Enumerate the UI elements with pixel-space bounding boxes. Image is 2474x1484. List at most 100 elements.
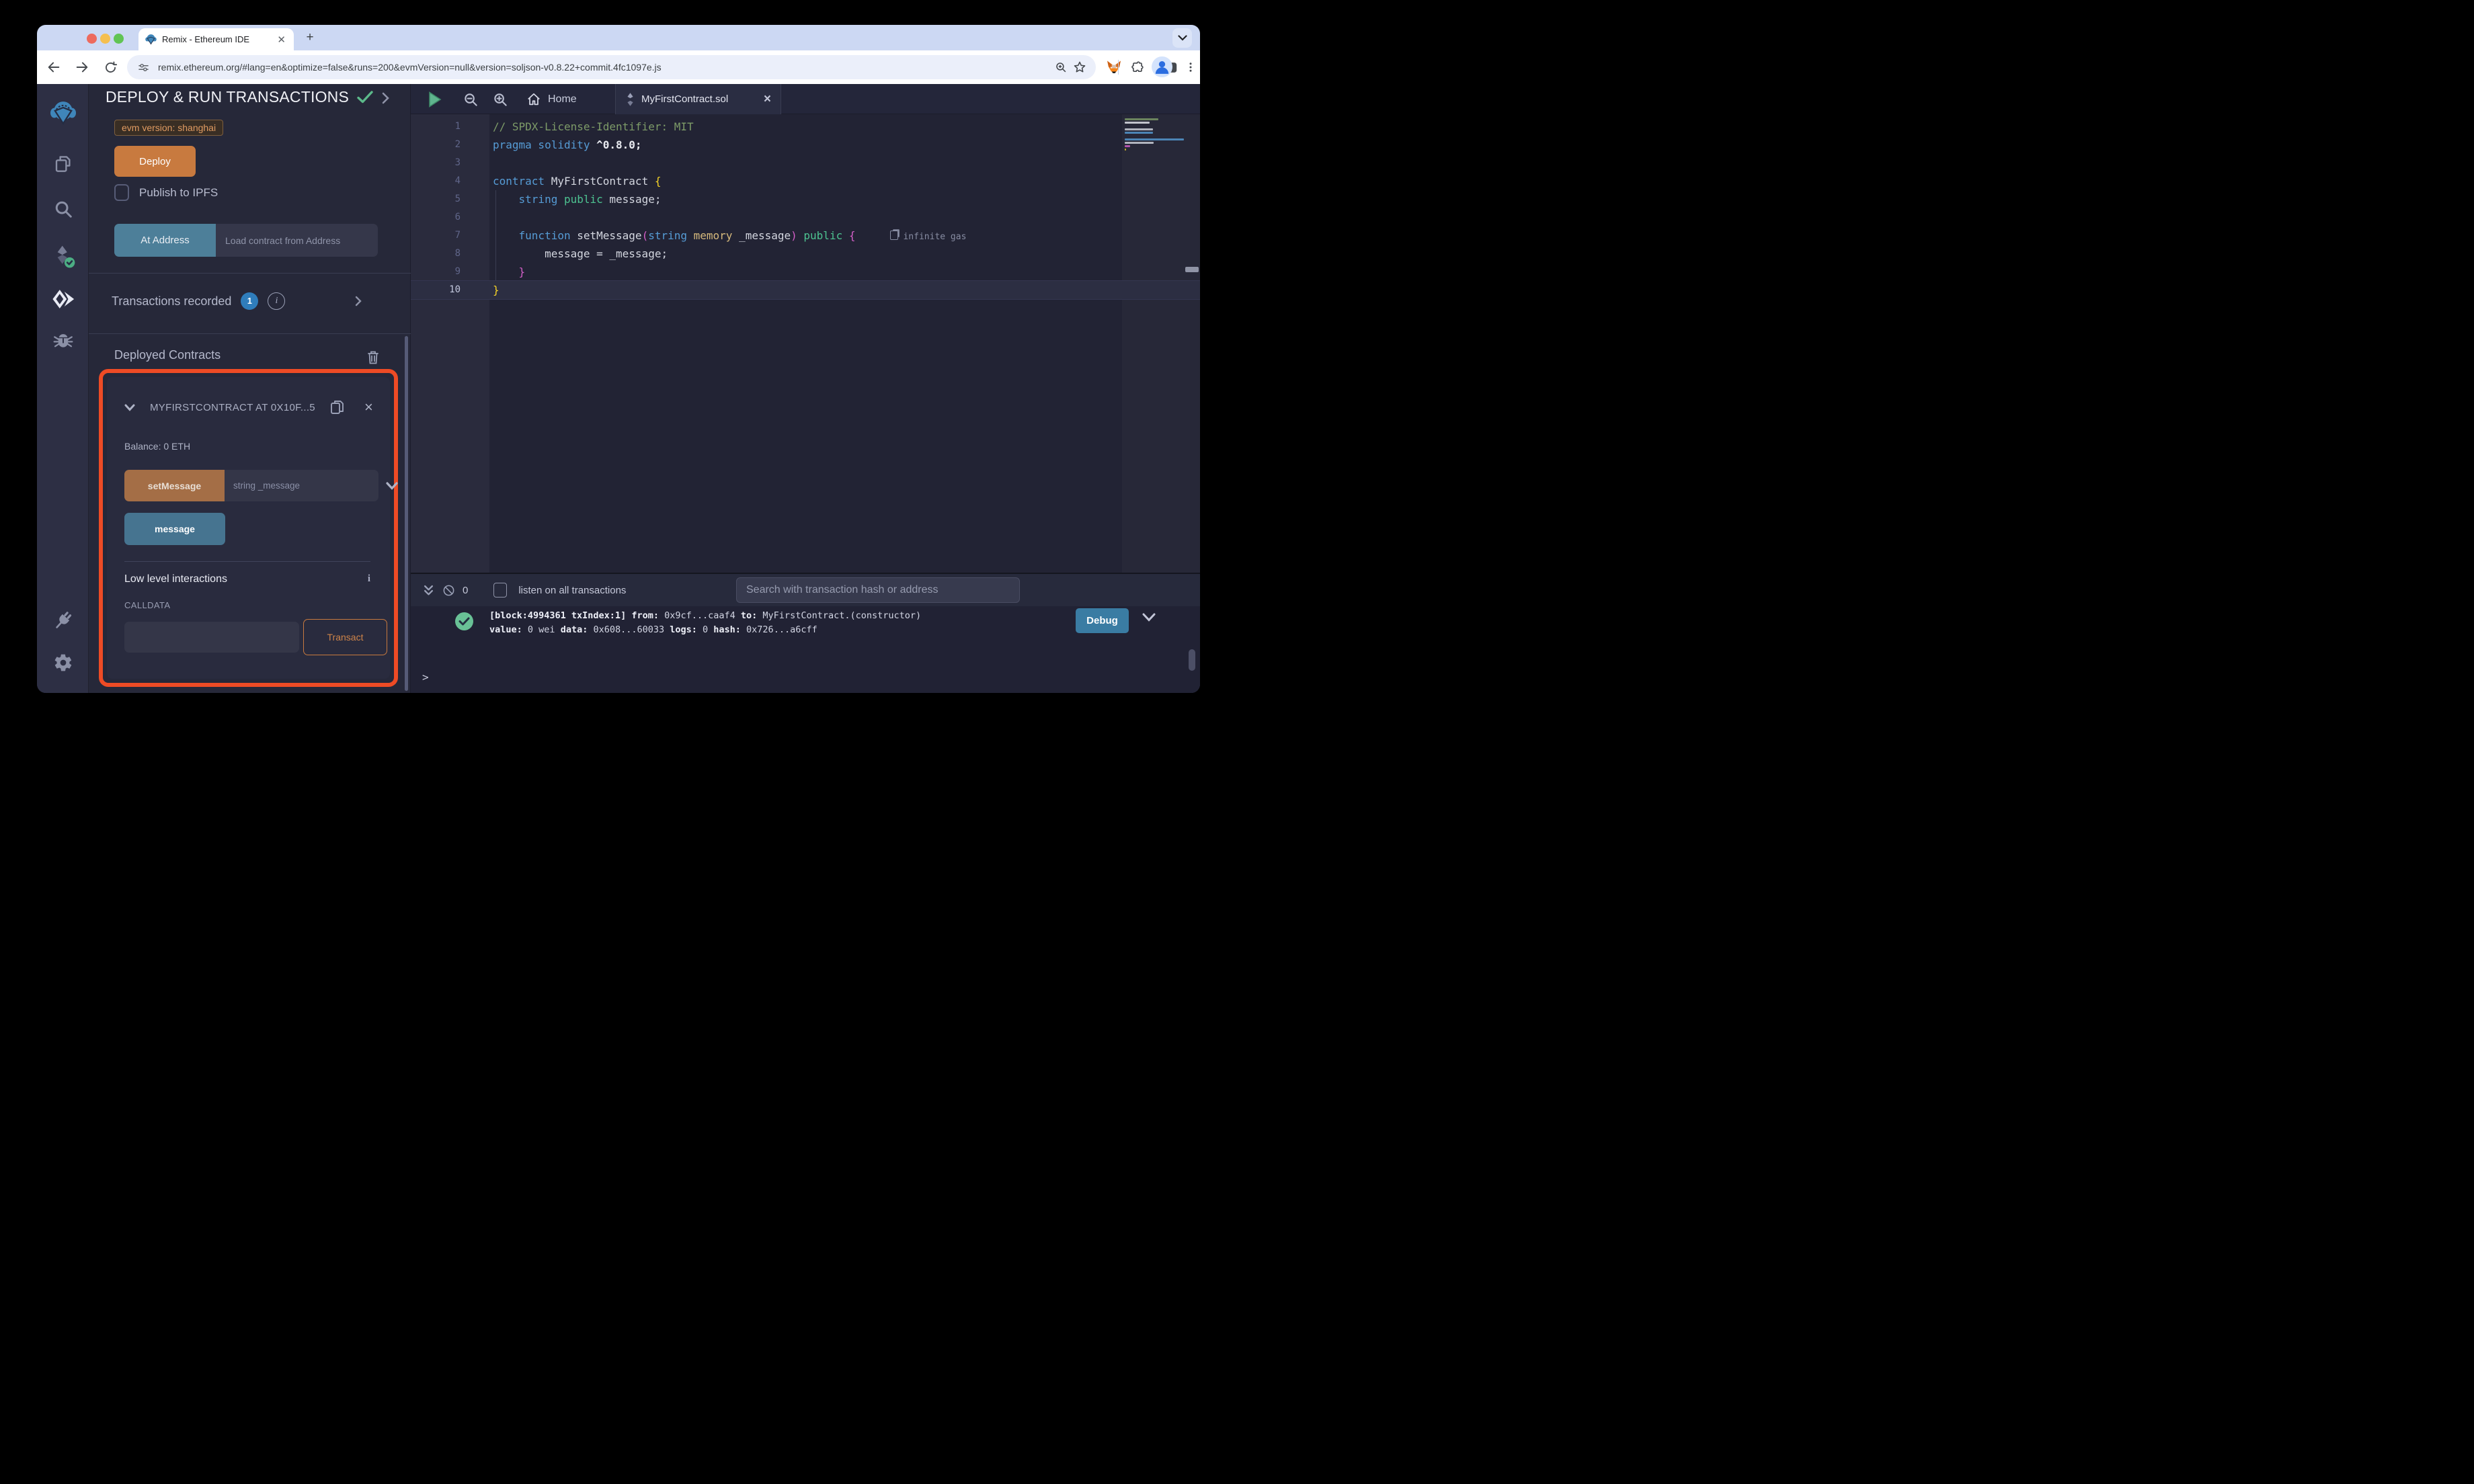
- low-level-info-icon[interactable]: i: [368, 573, 370, 585]
- tx-success-icon[interactable]: [455, 612, 473, 630]
- section-divider: [89, 273, 411, 274]
- remix-app: DEPLOY & RUN TRANSACTIONS evm version: s…: [37, 84, 1200, 693]
- code-line[interactable]: 4 contract MyFirstContract {: [411, 172, 1200, 190]
- highlight-red-box: MYFIRSTCONTRACT AT 0X10F...5 × Balance: …: [99, 369, 398, 687]
- message-button[interactable]: message: [124, 513, 225, 545]
- run-script-play-icon[interactable]: [425, 89, 445, 110]
- file-explorer-icon[interactable]: [37, 147, 89, 181]
- url-text[interactable]: remix.ethereum.org/#lang=en&optimize=fal…: [158, 62, 1051, 73]
- at-address-input[interactable]: [216, 224, 378, 257]
- tab-close-icon[interactable]: ×: [764, 92, 771, 107]
- transactions-expand-chevron-icon[interactable]: [355, 296, 362, 306]
- indent-guide: [495, 190, 496, 281]
- at-address-button[interactable]: At Address: [114, 224, 216, 257]
- tab-myfirstcontract[interactable]: MyFirstContract.sol ×: [615, 84, 781, 114]
- new-tab-button[interactable]: +: [301, 29, 319, 48]
- transactions-recorded-row[interactable]: Transactions recorded 1 i: [112, 292, 394, 310]
- tab-close-icon[interactable]: ✕: [276, 34, 287, 46]
- collapse-chevron-icon[interactable]: [124, 404, 135, 411]
- settings-gear-icon[interactable]: [37, 645, 89, 680]
- minimize-window-button[interactable]: [100, 34, 110, 44]
- debugger-icon[interactable]: [37, 323, 89, 358]
- browser-window: Remix - Ethereum IDE ✕ + remix.ethereum.…: [37, 25, 1200, 693]
- code-lines: 1// SPDX-License-Identifier: MIT 2 pragma …: [411, 118, 1200, 299]
- site-settings-icon[interactable]: [134, 58, 153, 77]
- calldata-label: CALLDATA: [124, 600, 171, 610]
- browser-menu-icon[interactable]: [1180, 56, 1200, 79]
- metamask-extension-icon[interactable]: [1103, 56, 1125, 79]
- minimap[interactable]: [1125, 118, 1185, 152]
- code-line[interactable]: 1// SPDX-License-Identifier: MIT: [411, 118, 1200, 136]
- publish-ipfs-checkbox[interactable]: [114, 184, 129, 201]
- transactions-recorded-label: Transactions recorded: [112, 294, 232, 308]
- profile-avatar[interactable]: [1152, 56, 1172, 77]
- log-expand-chevron-icon[interactable]: [1142, 613, 1156, 622]
- activity-bar: [37, 84, 89, 693]
- tx-log-text[interactable]: [block:4994361 txIndex:1] from: 0x9cf...…: [489, 609, 926, 637]
- listen-transactions-checkbox[interactable]: [493, 583, 508, 597]
- set-message-button[interactable]: setMessage: [124, 470, 225, 501]
- code-line[interactable]: 2 pragma solidity ^0.8.0;: [411, 136, 1200, 154]
- bookmark-star-icon[interactable]: [1070, 58, 1089, 77]
- expand-terminal-icon[interactable]: [418, 585, 438, 596]
- deploy-and-run-icon[interactable]: [37, 282, 89, 317]
- code-line[interactable]: 9 }: [411, 263, 1200, 281]
- solidity-file-icon: [627, 92, 633, 106]
- remove-contract-icon[interactable]: ×: [364, 399, 373, 416]
- close-window-button[interactable]: [87, 34, 97, 44]
- compiled-check-icon: [357, 91, 373, 104]
- pending-tx-count: 0: [463, 584, 469, 596]
- zoom-window-button[interactable]: [114, 34, 124, 44]
- copy-address-icon[interactable]: [330, 399, 344, 415]
- contract-header-row[interactable]: MYFIRSTCONTRACT AT 0X10F...5 ×: [124, 399, 373, 416]
- debug-button[interactable]: Debug: [1076, 608, 1129, 633]
- info-icon[interactable]: i: [268, 292, 286, 310]
- code-line[interactable]: 7 function setMessage(string memory _mes…: [411, 226, 1200, 245]
- publish-ipfs-label: Publish to IPFS: [139, 186, 218, 199]
- forward-button[interactable]: [71, 56, 93, 79]
- clear-console-icon[interactable]: [438, 584, 458, 597]
- terminal-prompt[interactable]: >: [422, 671, 429, 684]
- gas-annotation: infinite gas: [890, 232, 966, 242]
- terminal: 0 listen on all transactions [block:4994…: [411, 573, 1200, 693]
- plugin-manager-icon[interactable]: [37, 603, 89, 638]
- search-icon[interactable]: [37, 192, 89, 226]
- editor-column: Home MyFirstContract.sol × 1// SPDX-Lice…: [411, 84, 1200, 693]
- code-line[interactable]: 8 message = _message;: [411, 245, 1200, 263]
- back-button[interactable]: [42, 56, 65, 79]
- remix-favicon: [145, 34, 157, 45]
- transact-button[interactable]: Transact: [303, 619, 387, 655]
- tab-home[interactable]: Home: [518, 84, 585, 114]
- tab-search-button[interactable]: [1172, 28, 1192, 48]
- browser-tab-strip: Remix - Ethereum IDE ✕ +: [37, 25, 1200, 50]
- calldata-input[interactable]: [124, 622, 299, 653]
- trash-icon[interactable]: [366, 349, 380, 365]
- code-line[interactable]: 5 string public message;: [411, 190, 1200, 208]
- editor-scrollbar-thumb[interactable]: [1185, 267, 1199, 272]
- panel-expand-chevron-icon[interactable]: [382, 92, 389, 104]
- solidity-compiler-icon[interactable]: [37, 239, 89, 274]
- browser-tab[interactable]: Remix - Ethereum IDE ✕: [138, 28, 294, 50]
- address-bar[interactable]: remix.ethereum.org/#lang=en&optimize=fal…: [127, 55, 1096, 79]
- code-line[interactable]: 3: [411, 154, 1200, 172]
- contract-title: MYFIRSTCONTRACT AT 0X10F...5: [150, 401, 315, 413]
- set-message-input[interactable]: [225, 470, 378, 501]
- set-message-row: setMessage: [124, 470, 398, 501]
- zoom-out-icon[interactable]: [461, 89, 481, 110]
- zoom-page-icon[interactable]: [1051, 58, 1070, 77]
- terminal-search-input[interactable]: [736, 577, 1020, 603]
- remix-logo-icon[interactable]: [37, 95, 89, 130]
- expand-function-chevron-icon[interactable]: [386, 481, 398, 490]
- evm-version-badge: evm version: shanghai: [114, 120, 224, 136]
- terminal-log: [block:4994361 txIndex:1] from: 0x9cf...…: [411, 606, 1200, 693]
- code-line[interactable]: 6: [411, 208, 1200, 226]
- zoom-in-icon[interactable]: [490, 89, 510, 110]
- deploy-button[interactable]: Deploy: [114, 146, 196, 177]
- terminal-scrollbar-thumb[interactable]: [1189, 649, 1195, 671]
- deployed-contracts-header: Deployed Contracts: [114, 348, 221, 362]
- code-editor[interactable]: 1// SPDX-License-Identifier: MIT 2 pragma …: [411, 114, 1200, 573]
- side-panel-scrollbar[interactable]: [405, 336, 408, 691]
- code-line[interactable]: 10}: [411, 281, 1200, 299]
- tab-home-label: Home: [548, 93, 577, 105]
- reload-button[interactable]: [99, 56, 122, 79]
